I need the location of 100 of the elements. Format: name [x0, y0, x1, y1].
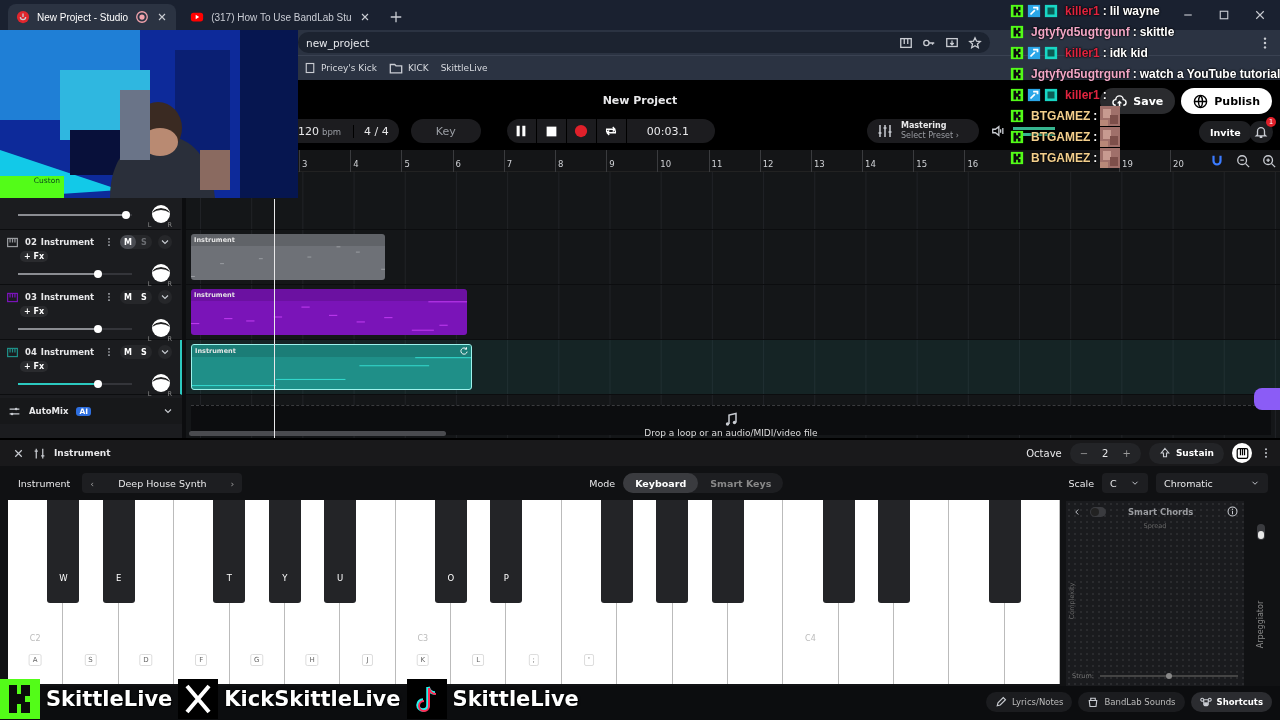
preset-selector[interactable]: ‹ Deep House Synth ›	[82, 473, 243, 493]
browser-tab[interactable]: New Project - Studio	[8, 4, 177, 30]
toggle-switch[interactable]	[1257, 524, 1265, 540]
chat-message: watch a YouTube tutorial	[1139, 67, 1280, 81]
sustain-button[interactable]: Sustain	[1148, 442, 1224, 464]
sword-badge-icon	[1027, 46, 1041, 60]
chevron-icon[interactable]	[158, 235, 172, 249]
zoom-out-icon[interactable]	[1235, 153, 1250, 168]
piano-key[interactable]: O	[434, 500, 467, 603]
social-handle: SkittleLive	[452, 687, 579, 711]
piano-key[interactable]	[711, 500, 744, 603]
floating-button[interactable]	[1254, 388, 1280, 410]
stop-icon	[544, 124, 558, 138]
publish-button[interactable]: Publish	[1181, 88, 1272, 114]
social-handle: KickSkittleLive	[224, 687, 401, 711]
piano-key[interactable]	[988, 500, 1021, 603]
toggle-switch[interactable]	[1090, 506, 1106, 517]
tab-title: New Project - Studio	[37, 11, 129, 23]
piano-key[interactable]: T	[213, 500, 246, 603]
mode-tab[interactable]: Smart Keys	[698, 473, 784, 493]
plus-icon[interactable]	[388, 10, 403, 24]
piano-key[interactable]: W	[47, 500, 80, 603]
piano-key[interactable]: P	[490, 500, 523, 603]
scale-type-dropdown[interactable]: Chromatic	[1156, 473, 1268, 493]
bar-number: 16	[967, 159, 979, 169]
tempo-meter-control[interactable]: 120 bpm 4 / 4	[298, 119, 399, 143]
invite-button[interactable]: Invite	[1199, 121, 1252, 143]
chat-separator: :	[1093, 109, 1098, 123]
octave-stepper[interactable]: − 2 +	[1069, 442, 1141, 464]
piano-key[interactable]	[822, 500, 855, 603]
pan-knob[interactable]	[151, 374, 170, 392]
scale-root-dropdown[interactable]: C	[1102, 473, 1148, 493]
address-field[interactable]: new_project	[298, 32, 990, 53]
track-number: 02	[25, 237, 37, 247]
fx-button[interactable]: + Fx	[20, 306, 49, 317]
key-button[interactable]: Key	[410, 119, 481, 143]
mode-tab[interactable]: Keyboard	[623, 473, 699, 493]
mute-button[interactable]: M	[120, 235, 136, 249]
slider-thumb[interactable]	[122, 211, 131, 219]
bar-number: 3	[302, 159, 308, 169]
chat-separator: :	[1102, 46, 1107, 60]
close-icon[interactable]	[1254, 9, 1266, 21]
install-icon[interactable]	[945, 35, 959, 50]
music-note-icon	[723, 412, 739, 428]
volume-icon[interactable]	[990, 124, 1005, 138]
fx-button[interactable]: + Fx	[20, 251, 49, 262]
bookmark-link[interactable]: Pricey's Kick	[304, 62, 377, 74]
chat-message: lil wayne	[1109, 4, 1160, 18]
piano-key[interactable]: Y	[268, 500, 301, 603]
piano-key[interactable]	[601, 500, 634, 603]
piano-key[interactable]	[656, 500, 689, 603]
chat-username: BTGAMEZ	[1031, 130, 1091, 144]
mute-button[interactable]: M	[120, 345, 136, 359]
star-icon[interactable]	[968, 35, 982, 50]
chat-username: BTGAMEZ	[1031, 109, 1091, 123]
pan-knob[interactable]	[151, 264, 170, 282]
slider-thumb[interactable]	[93, 270, 102, 278]
footer-button[interactable]: BandLab Sounds	[1078, 692, 1185, 712]
chevron-icon[interactable]	[158, 345, 172, 359]
pan-knob[interactable]	[151, 205, 170, 223]
track-number: 03	[25, 292, 37, 302]
time-signature[interactable]: 4 / 4	[353, 124, 389, 138]
piano-key[interactable]: U	[324, 500, 357, 603]
piano-icon[interactable]	[899, 35, 913, 50]
footer-button[interactable]: Shortcuts	[1190, 692, 1272, 712]
zoom-in-icon[interactable]	[1261, 153, 1276, 168]
piano-key[interactable]: E	[102, 500, 135, 603]
mute-button[interactable]: M	[120, 290, 136, 304]
slider-thumb[interactable]	[1166, 673, 1172, 679]
tempo-value[interactable]: 120 bpm	[298, 124, 342, 138]
bar-number: 20	[1173, 159, 1184, 169]
sword-badge-icon	[1027, 4, 1041, 18]
section-title: Smart Chords	[1128, 506, 1195, 517]
piano-button[interactable]	[1232, 443, 1252, 463]
solo-button[interactable]: S	[136, 345, 152, 359]
maximize-icon[interactable]	[1218, 9, 1230, 21]
piano-key[interactable]	[877, 500, 910, 603]
scrollbar[interactable]	[189, 431, 446, 436]
chevron-icon[interactable]	[158, 290, 172, 304]
slider-thumb[interactable]	[93, 380, 102, 388]
solo-button[interactable]: S	[136, 290, 152, 304]
square-badge-icon	[1044, 4, 1058, 18]
fx-button[interactable]: + Fx	[20, 361, 49, 372]
browser-tab[interactable]: (317) How To Use BandLab Stu	[182, 4, 379, 30]
arpeggiator-tab[interactable]: Arpeggiator	[1256, 600, 1266, 649]
pan-knob[interactable]	[151, 319, 170, 337]
bar-number: 11	[711, 159, 723, 169]
magnet-icon[interactable]	[1209, 153, 1224, 168]
chat-separator: :	[1093, 151, 1098, 165]
music-note-logo-icon	[406, 679, 447, 719]
bookmark-link[interactable]: SkittleLive	[440, 63, 488, 73]
bookmark-link[interactable]: KICK	[388, 61, 429, 75]
mastering-button[interactable]: Mastering Select Preset ›	[866, 119, 979, 143]
info-icon[interactable]	[1227, 506, 1238, 517]
slider-thumb[interactable]	[93, 325, 102, 333]
chat-username: killer1	[1065, 88, 1100, 102]
bell-icon[interactable]	[1254, 125, 1268, 139]
track-name: Instrument	[40, 347, 95, 357]
command-icon	[1199, 696, 1212, 708]
footer-button[interactable]: Lyrics/Notes	[986, 692, 1073, 712]
